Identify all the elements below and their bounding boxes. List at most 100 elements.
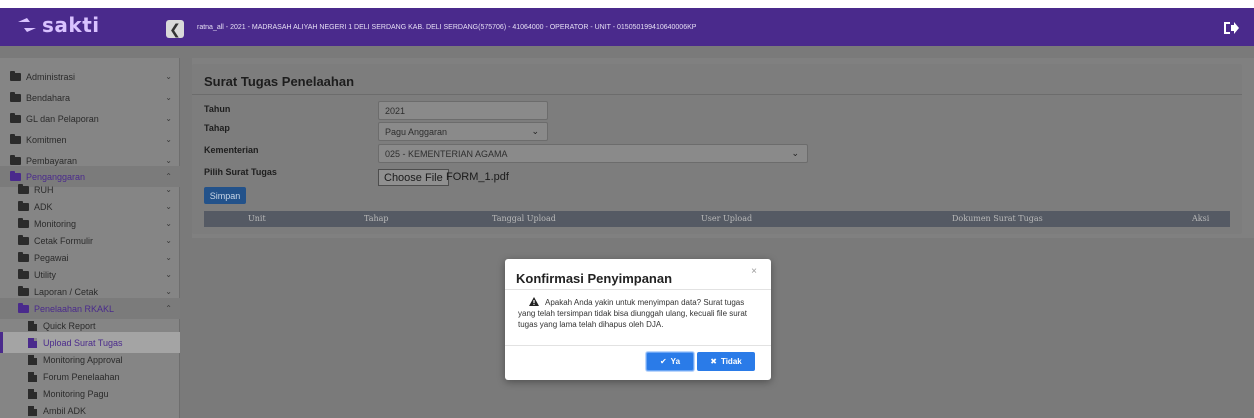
sidebar-item-administrasi[interactable]: Administrasi ⌄ [0, 66, 180, 87]
top-navbar: sakti ❮ ratna_all - 2021 - MADRASAH ALIY… [0, 0, 1254, 46]
kementerian-select[interactable]: 025 - KEMENTERIAN AGAMA ⌄ [378, 144, 808, 163]
column-header: Tahap [364, 214, 389, 223]
chevron-down-icon: ⌄ [165, 202, 172, 211]
chevron-down-icon: ⌄ [165, 287, 172, 296]
chevron-down-icon: ⌄ [165, 219, 172, 228]
file-icon [28, 320, 37, 331]
file-icon [28, 371, 37, 382]
logo-icon [16, 14, 38, 36]
folder-icon [10, 112, 21, 123]
folder-icon [10, 154, 21, 165]
main-content: Surat Tugas Penelaahan Tahun 2021 Tahap … [192, 58, 1254, 238]
chevron-down-icon: ⌄ [165, 253, 172, 262]
sidebar-item-label: Ambil ADK [43, 405, 87, 416]
chevron-down-icon: ⌄ [165, 93, 172, 102]
sidebar: Administrasi ⌄ Bendahara ⌄ GL dan Pelapo… [0, 58, 180, 418]
sidebar-item-label: Monitoring Pagu [43, 388, 109, 399]
sidebar-item-label: Pegawai [34, 252, 69, 263]
file-name: FORM_1.pdf [446, 171, 509, 183]
column-header: Tanggal Upload [492, 214, 556, 223]
chevron-down-icon: ⌄ [165, 185, 172, 194]
confirm-label: Ya [670, 357, 681, 366]
folder-icon [18, 251, 29, 262]
sidebar-item-label: Upload Surat Tugas [43, 337, 123, 348]
divider [505, 289, 771, 290]
sidebar-toggle-button[interactable]: ❮ [166, 20, 184, 38]
tahap-select[interactable]: Pagu Anggaran ⌄ [378, 122, 548, 141]
warning-icon [529, 297, 539, 306]
column-header: Dokumen Surat Tugas [952, 214, 1043, 223]
sidebar-item-label: Laporan / Cetak [34, 286, 99, 297]
chevron-up-icon: ⌃ [165, 304, 172, 313]
chevron-down-icon: ⌄ [165, 135, 172, 144]
table-header: Unit Tahap Tanggal Upload User Upload Do… [204, 211, 1230, 227]
chevron-down-icon: ⌄ [791, 148, 799, 158]
file-icon [28, 354, 37, 365]
column-header: Aksi [1192, 214, 1210, 223]
cancel-no-button[interactable]: ✖ Tidak [697, 352, 755, 371]
cross-icon: ✖ [710, 357, 717, 366]
sidebar-item-label: Cetak Formulir [34, 235, 94, 246]
dialog-message: Apakah Anda yakin untuk menyimpan data? … [518, 297, 763, 330]
folder-icon [18, 285, 29, 296]
chevron-down-icon: ⌄ [165, 156, 172, 165]
tahun-value: 2021 [385, 105, 406, 116]
folder-icon [18, 234, 29, 245]
tahun-field: 2021 [378, 101, 548, 120]
sidebar-item-label: ADK [34, 201, 53, 212]
folder-icon [18, 200, 29, 211]
sidebar-item-bendahara[interactable]: Bendahara ⌄ [0, 87, 180, 108]
file-icon [28, 388, 37, 399]
kementerian-label: Kementerian [204, 145, 259, 155]
sidebar-item-gl-dan-pelaporan[interactable]: GL dan Pelaporan ⌄ [0, 108, 180, 129]
file-icon [28, 405, 37, 416]
confirm-yes-button[interactable]: ✔ Ya [646, 352, 694, 371]
sidebar-item-label: Monitoring [34, 218, 77, 229]
tahun-label: Tahun [204, 104, 231, 114]
file-label: Pilih Surat Tugas [204, 167, 277, 177]
sidebar-item-label: Forum Penelaahan [43, 371, 120, 382]
cancel-label: Tidak [720, 357, 742, 366]
sidebar-item-label: Quick Report [43, 320, 96, 331]
dialog-message-text: Apakah Anda yakin untuk menyimpan data? … [518, 298, 748, 329]
choose-file-button[interactable]: Choose File [378, 169, 449, 186]
save-button[interactable]: Simpan [204, 187, 246, 204]
folder-icon [10, 70, 21, 81]
folder-icon [18, 268, 29, 279]
close-icon[interactable]: × [751, 266, 757, 277]
sidebar-item-label: Bendahara [26, 92, 71, 103]
folder-icon [10, 133, 21, 144]
kementerian-value: 025 - KEMENTERIAN AGAMA [385, 148, 508, 159]
folder-icon [10, 91, 21, 102]
top-strip [0, 0, 1254, 8]
chevron-down-icon: ⌄ [165, 236, 172, 245]
sidebar-item-label: GL dan Pelaporan [26, 113, 99, 124]
sidebar-item-label: Pembayaran [26, 155, 78, 166]
chevron-down-icon: ⌄ [531, 126, 539, 136]
chevron-down-icon: ⌄ [165, 72, 172, 81]
logout-icon[interactable] [1222, 20, 1240, 36]
sidebar-item-label: Administrasi [26, 71, 76, 82]
tahap-value: Pagu Anggaran [385, 126, 448, 137]
logo-text: sakti [42, 13, 100, 37]
sidebar-item-komitmen[interactable]: Komitmen ⌄ [0, 129, 180, 150]
chevron-left-icon: ❮ [169, 21, 181, 37]
sidebar-item-label: Utility [34, 269, 56, 280]
chevron-down-icon: ⌄ [165, 114, 172, 123]
sidebar-item-label: Penelaahan RKAKL [34, 303, 115, 314]
page-title: Surat Tugas Penelaahan [204, 74, 355, 89]
file-icon [28, 337, 37, 348]
check-icon: ✔ [659, 357, 667, 366]
divider [505, 345, 771, 346]
sidebar-item-label: RUH [34, 184, 54, 195]
folder-icon [18, 183, 29, 194]
dialog-title: Konfirmasi Penyimpanan [516, 271, 673, 286]
sidebar-item-label: Monitoring Approval [43, 354, 123, 365]
folder-icon [18, 217, 29, 228]
sidebar-item-label: Komitmen [26, 134, 67, 145]
folder-open-icon [18, 302, 29, 313]
form-card: Surat Tugas Penelaahan Tahun 2021 Tahap … [192, 64, 1242, 234]
divider [192, 94, 1242, 95]
app-logo[interactable]: sakti [16, 10, 100, 40]
sidebar-item-ambil-adk[interactable]: Ambil ADK [0, 400, 180, 418]
